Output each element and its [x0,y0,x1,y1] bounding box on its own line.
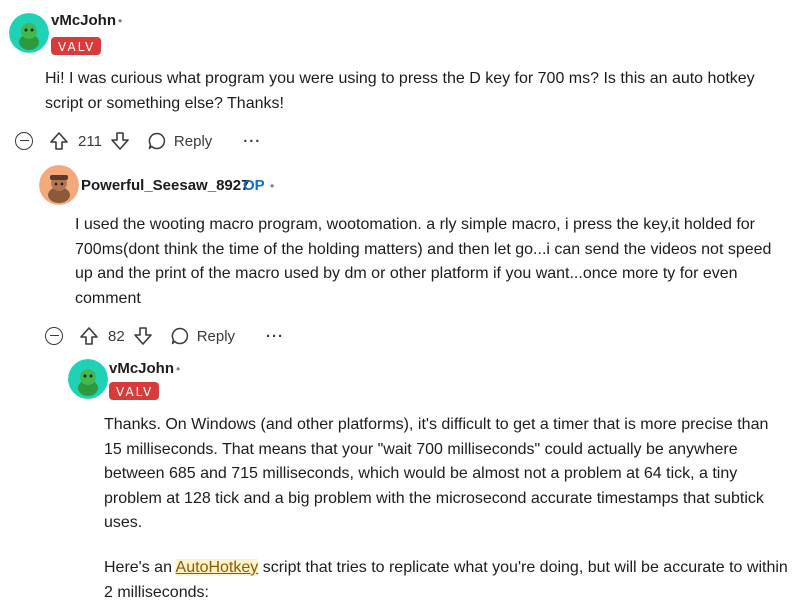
avatar[interactable] [68,359,108,399]
separator-dot: • [118,14,123,28]
comment-actions: 211 Reply ··· [15,126,261,156]
comment-text: I used the wooting macro program, wootom… [75,216,772,307]
comment-text: Thanks. On Windows (and other platforms)… [104,416,769,531]
comment-text-paragraph: Here's an AutoHotkey script that tries t… [104,556,790,605]
avatar[interactable] [39,165,79,205]
comment-actions: 82 Reply ··· [45,321,284,351]
username[interactable]: Powerful_Seesaw_8927 [81,177,249,194]
reply-label: Reply [196,327,236,345]
vote-count: 211 [78,132,102,150]
upvote-icon[interactable] [79,326,99,346]
upvote-icon[interactable] [49,131,69,151]
separator-dot: • [176,362,181,376]
separator-dot: • [270,179,275,193]
reply-button[interactable]: Reply [147,131,212,151]
collapse-thread-button[interactable] [45,327,63,345]
comment-text: Hi! I was curious what program you were … [45,70,755,112]
user-flair: VALV [109,382,160,400]
username[interactable]: vMcJohn [109,360,174,377]
text-segment: Here's an [104,559,176,576]
ellipsis-icon[interactable]: ··· [243,133,261,150]
avatar[interactable] [9,13,49,53]
ellipsis-icon[interactable]: ··· [266,328,284,345]
reply-button[interactable]: Reply [170,326,235,346]
comment-bubble-icon [170,326,190,346]
downvote-icon[interactable] [133,326,153,346]
downvote-icon[interactable] [110,131,130,151]
user-flair: VALV [51,37,102,55]
reply-label: Reply [173,132,213,150]
comment-bubble-icon [147,131,167,151]
collapse-thread-button[interactable] [15,132,33,150]
vote-count: 82 [108,327,125,345]
op-badge: OP [243,177,265,194]
username[interactable]: vMcJohn [51,12,116,29]
autohotkey-link[interactable]: AutoHotkey [175,559,259,576]
